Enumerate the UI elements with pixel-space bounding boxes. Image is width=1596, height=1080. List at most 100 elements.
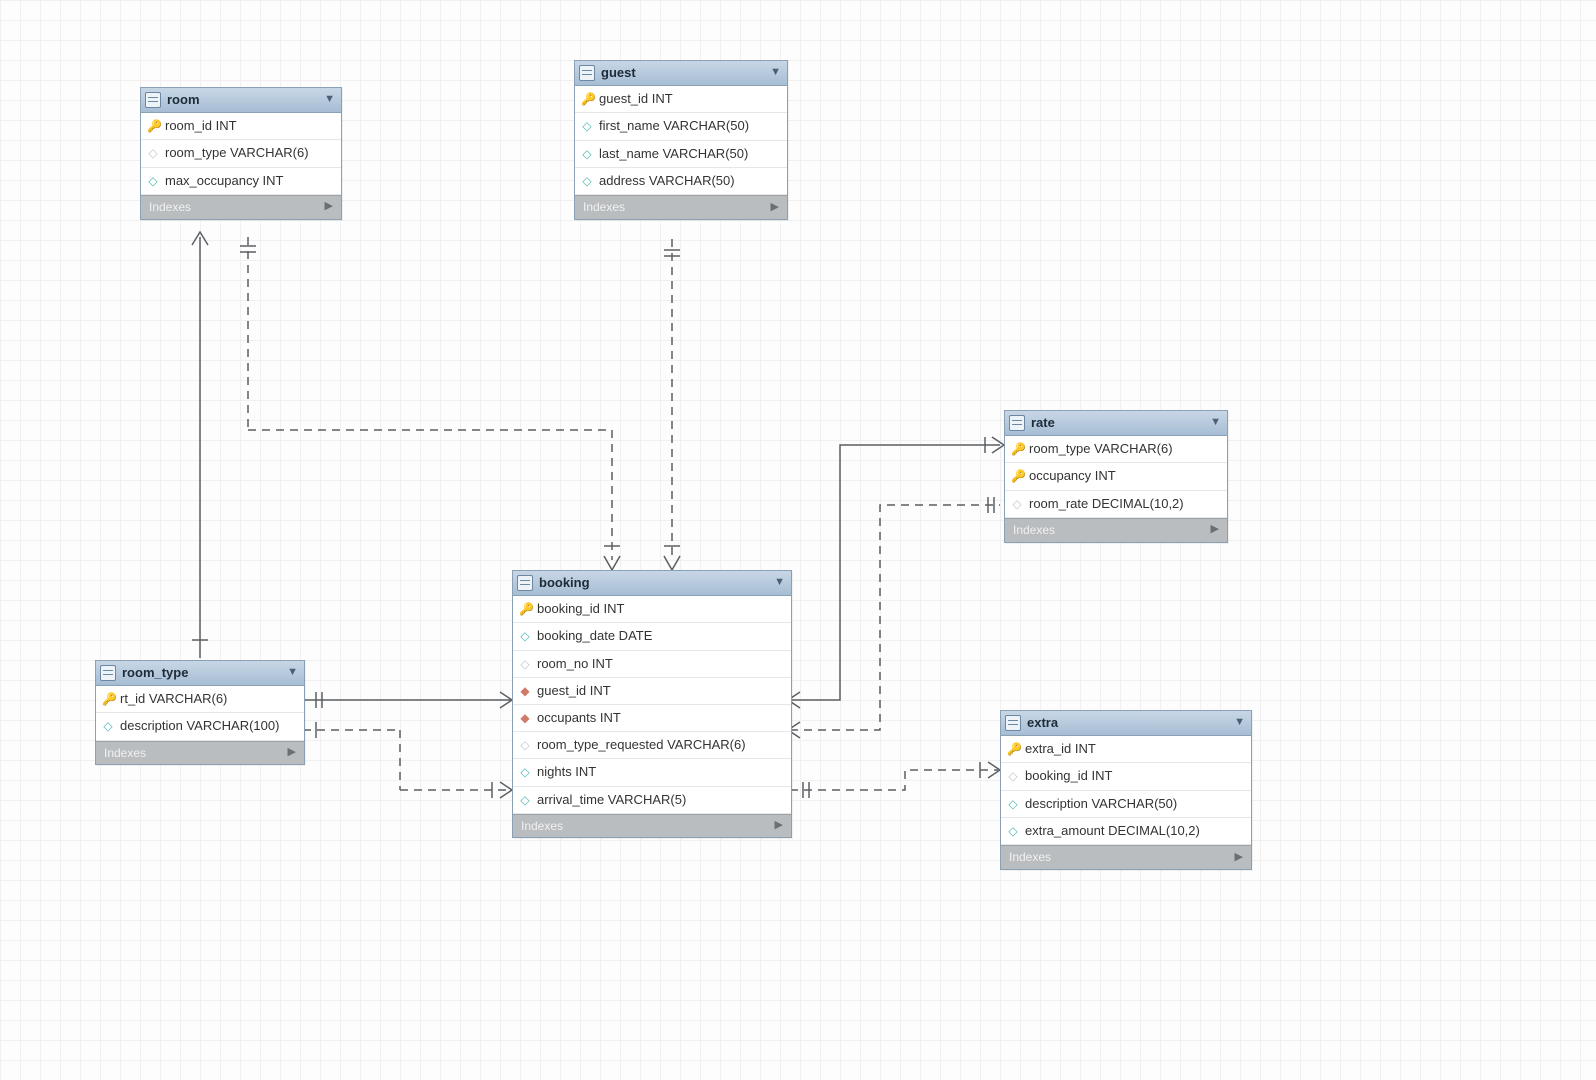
column-row: 🔑 guest_id INT: [575, 86, 787, 113]
diamond-icon: ◇: [147, 175, 159, 187]
column-row: 🔑room_type VARCHAR(6): [1005, 436, 1227, 463]
column-label: address VARCHAR(50): [599, 172, 735, 190]
column-label: guest_id INT: [599, 90, 673, 108]
table-rate-header[interactable]: rate ▼: [1005, 411, 1227, 436]
indexes-section[interactable]: Indexes ▶: [1001, 845, 1251, 869]
table-room-type-title: room_type: [122, 664, 188, 682]
indexes-section[interactable]: Indexes ▶: [575, 195, 787, 219]
column-row: ◇room_type VARCHAR(6): [141, 140, 341, 167]
indexes-section[interactable]: Indexes▶: [1005, 518, 1227, 542]
indexes-label: Indexes: [583, 199, 625, 216]
table-room-type-header[interactable]: room_type ▼: [96, 661, 304, 686]
column-row: 🔑room_id INT: [141, 113, 341, 140]
column-row: ◇description VARCHAR(50): [1001, 791, 1251, 818]
chevron-down-icon[interactable]: ▼: [770, 65, 781, 80]
key-icon: 🔑: [519, 603, 531, 615]
chevron-right-icon: ▶: [288, 745, 296, 760]
chevron-right-icon: ▶: [325, 199, 333, 214]
key-icon: 🔑: [102, 693, 114, 705]
chevron-down-icon[interactable]: ▼: [324, 92, 335, 107]
indexes-label: Indexes: [1009, 849, 1051, 866]
column-row: ◇first_name VARCHAR(50): [575, 113, 787, 140]
indexes-section[interactable]: Indexes ▶: [141, 195, 341, 219]
column-label: occupancy INT: [1029, 467, 1116, 485]
column-label: room_rate DECIMAL(10,2): [1029, 495, 1184, 513]
column-row: ◇ address VARCHAR(50): [575, 168, 787, 195]
column-row: ◇ booking_date DATE: [513, 623, 791, 650]
indexes-label: Indexes: [149, 199, 191, 216]
table-guest[interactable]: guest ▼ 🔑guest_id INT ◇first_name VARCHA…: [574, 60, 788, 220]
diamond-icon: ◇: [147, 147, 159, 159]
column-row: 🔑 rt_id VARCHAR(6): [96, 686, 304, 713]
key-icon: 🔑: [1007, 743, 1019, 755]
diamond-icon: ◇: [519, 766, 531, 778]
diamond-icon: ◆: [519, 712, 531, 724]
column-row: ◇ nights INT: [513, 759, 791, 786]
table-rate[interactable]: rate ▼ 🔑room_type VARCHAR(6) 🔑 occupancy …: [1004, 410, 1228, 543]
chevron-down-icon[interactable]: ▼: [1210, 415, 1221, 430]
diamond-icon: ◇: [581, 175, 593, 187]
table-extra-header[interactable]: extra ▼: [1001, 711, 1251, 736]
diamond-icon: ◇: [581, 148, 593, 160]
table-room-header[interactable]: room ▼: [141, 88, 341, 113]
column-label: guest_id INT: [537, 682, 611, 700]
column-label: rt_id VARCHAR(6): [120, 690, 227, 708]
column-label: booking_date DATE: [537, 627, 652, 645]
chevron-right-icon: ▶: [771, 200, 779, 215]
column-label: arrival_time VARCHAR(5): [537, 791, 686, 809]
diamond-icon: ◇: [1007, 770, 1019, 782]
chevron-down-icon[interactable]: ▼: [1234, 715, 1245, 730]
column-row: ◆occupants INT: [513, 705, 791, 732]
column-label: room_no INT: [537, 655, 613, 673]
chevron-right-icon: ▶: [775, 818, 783, 833]
column-row: ◆ guest_id INT: [513, 678, 791, 705]
indexes-section[interactable]: Indexes ▶: [513, 814, 791, 838]
diamond-icon: ◆: [519, 685, 531, 697]
column-label: description VARCHAR(100): [120, 717, 279, 735]
column-label: extra_amount DECIMAL(10,2): [1025, 822, 1200, 840]
column-label: description VARCHAR(50): [1025, 795, 1177, 813]
column-label: booking_id INT: [537, 600, 624, 618]
indexes-label: Indexes: [104, 745, 146, 762]
indexes-label: Indexes: [1013, 522, 1055, 539]
table-room-type[interactable]: room_type ▼ 🔑rt_id VARCHAR(6) ◇descripti…: [95, 660, 305, 765]
table-guest-title: guest: [601, 64, 636, 82]
column-row: 🔑 occupancy INT: [1005, 463, 1227, 490]
column-label: first_name VARCHAR(50): [599, 117, 749, 135]
table-guest-header[interactable]: guest ▼: [575, 61, 787, 86]
table-icon: [517, 575, 533, 591]
key-icon: 🔑: [1011, 443, 1023, 455]
column-row: 🔑extra_id INT: [1001, 736, 1251, 763]
chevron-down-icon[interactable]: ▼: [774, 575, 785, 590]
table-booking-header[interactable]: booking ▼: [513, 571, 791, 596]
table-icon: [1005, 715, 1021, 731]
diamond-icon: ◇: [519, 658, 531, 670]
indexes-section[interactable]: Indexes ▶: [96, 741, 304, 765]
column-label: room_type_requested VARCHAR(6): [537, 736, 746, 754]
key-icon: 🔑: [581, 93, 593, 105]
diamond-icon: ◇: [1011, 498, 1023, 510]
column-row: ◇arrival_time VARCHAR(5): [513, 787, 791, 814]
column-row: ◇ room_no INT: [513, 651, 791, 678]
column-label: nights INT: [537, 763, 596, 781]
table-rate-title: rate: [1031, 414, 1055, 432]
chevron-down-icon[interactable]: ▼: [287, 665, 298, 680]
table-extra[interactable]: extra ▼ 🔑extra_id INT ◇booking_id INT ◇d…: [1000, 710, 1252, 870]
diamond-icon: ◇: [519, 630, 531, 642]
indexes-label: Indexes: [521, 818, 563, 835]
column-row: ◇room_type_requested VARCHAR(6): [513, 732, 791, 759]
diamond-icon: ◇: [1007, 825, 1019, 837]
table-room[interactable]: room ▼ 🔑room_id INT ◇room_type VARCHAR(6…: [140, 87, 342, 220]
column-label: max_occupancy INT: [165, 172, 284, 190]
chevron-right-icon: ▶: [1235, 850, 1243, 865]
table-icon: [579, 65, 595, 81]
table-icon: [145, 92, 161, 108]
column-row: ◇ max_occupancy INT: [141, 168, 341, 195]
table-booking[interactable]: booking ▼ 🔑 booking_id INT ◇ booking_date …: [512, 570, 792, 838]
column-row: ◇ booking_id INT: [1001, 763, 1251, 790]
column-label: room_id INT: [165, 117, 237, 135]
table-booking-title: booking: [539, 574, 590, 592]
column-label: booking_id INT: [1025, 767, 1112, 785]
table-room-title: room: [167, 91, 200, 109]
key-icon: 🔑: [1011, 470, 1023, 482]
